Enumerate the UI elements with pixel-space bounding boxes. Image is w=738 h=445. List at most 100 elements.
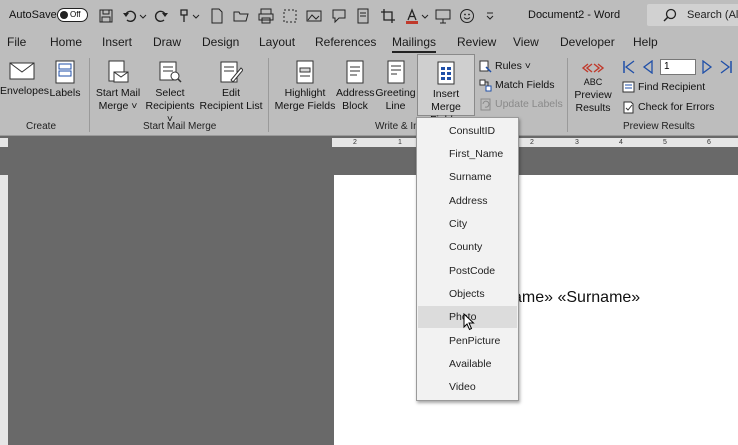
edit-recipient-list-button[interactable]: Edit Recipient List	[199, 54, 263, 116]
tab-file[interactable]: File	[7, 31, 26, 54]
envelopes-button[interactable]: Envelopes	[0, 54, 49, 116]
tab-draw[interactable]: Draw	[153, 31, 181, 54]
find-recipient-label: Find Recipient	[638, 81, 706, 93]
print-icon[interactable]	[258, 8, 274, 24]
dropdown-item-video[interactable]: Video	[418, 376, 517, 398]
start-mail-merge-line1: Start Mail	[95, 87, 141, 99]
emoji-icon[interactable]	[459, 8, 475, 24]
update-labels-label: Update Labels	[495, 98, 563, 110]
start-mail-merge-button[interactable]: Start Mail Merge ˅	[94, 54, 142, 116]
address-block-button[interactable]: Address Block	[336, 54, 375, 116]
insert-merge-field-icon	[437, 61, 455, 85]
format-painter-icon[interactable]	[176, 8, 192, 24]
labels-button[interactable]: Labels	[47, 54, 83, 116]
tab-review[interactable]: Review	[457, 31, 496, 54]
rules-button[interactable]: Rules ˅	[479, 57, 531, 75]
search-placeholder: Search (Alt+	[687, 9, 738, 21]
record-number-input[interactable]: 1	[660, 59, 696, 75]
comment-icon[interactable]	[435, 8, 451, 24]
group-label-preview-results: Preview Results	[623, 121, 695, 132]
toggle-knob	[60, 11, 68, 19]
document-merge-text[interactable]: ame» «Surname»	[513, 289, 640, 307]
tab-view[interactable]: View	[513, 31, 539, 54]
address-block-icon	[346, 60, 364, 84]
crop-icon[interactable]	[380, 8, 396, 24]
match-fields-button[interactable]: Match Fields	[479, 76, 555, 94]
address-block-line1: Address	[336, 87, 375, 99]
title-bar: AutoSave Off Document2 - Word Search (Al…	[0, 0, 738, 31]
find-recipient-icon	[622, 81, 635, 93]
dropdown-item-postcode[interactable]: PostCode	[418, 260, 517, 282]
labels-icon	[55, 60, 75, 84]
dropdown-item-first-name[interactable]: First_Name	[418, 143, 517, 165]
mouse-pointer-icon	[463, 313, 475, 331]
ruler-mark: 6	[707, 139, 711, 146]
highlight-merge-fields-button[interactable]: Highlight Merge Fields	[274, 54, 336, 116]
tab-insert[interactable]: Insert	[102, 31, 132, 54]
next-record-icon[interactable]	[700, 60, 714, 74]
tab-design[interactable]: Design	[202, 31, 239, 54]
dropdown-item-objects[interactable]: Objects	[418, 283, 517, 305]
select-icon[interactable]	[282, 8, 298, 24]
open-folder-icon[interactable]	[233, 8, 249, 24]
font-color-icon[interactable]	[404, 8, 420, 24]
ruler-mark: 2	[353, 139, 357, 146]
new-document-icon[interactable]	[209, 8, 225, 24]
previous-record-icon[interactable]	[641, 60, 655, 74]
greeting-line-line2: Line	[385, 100, 406, 112]
greeting-line-button[interactable]: Greeting Line	[375, 54, 416, 116]
dropdown-item-surname[interactable]: Surname	[418, 166, 517, 188]
group-label-start-mail-merge: Start Mail Merge	[143, 121, 217, 132]
chevron-down-icon[interactable]	[139, 8, 147, 24]
select-recipients-button[interactable]: Select Recipients ˅	[142, 54, 198, 125]
group-separator	[567, 58, 568, 132]
search-box[interactable]: Search (Alt+	[647, 4, 738, 26]
check-for-errors-label: Check for Errors	[638, 101, 715, 113]
match-fields-icon	[479, 79, 492, 92]
first-record-icon[interactable]	[622, 60, 636, 74]
dropdown-item-available[interactable]: Available	[418, 353, 517, 375]
start-mail-merge-line2: Merge ˅	[98, 100, 138, 112]
preview-results-button[interactable]: ABC Preview Results	[572, 54, 614, 116]
shape-icon[interactable]	[331, 8, 347, 24]
dropdown-item-penpicture[interactable]: PenPicture	[418, 330, 517, 352]
last-record-icon[interactable]	[719, 60, 733, 74]
dropdown-item-address[interactable]: Address	[418, 190, 517, 212]
dropdown-item-county[interactable]: County	[418, 236, 517, 258]
tab-layout[interactable]: Layout	[259, 31, 295, 54]
check-errors-icon	[623, 101, 634, 114]
update-labels-button[interactable]: Update Labels	[479, 95, 563, 113]
dropdown-item-city[interactable]: City	[418, 213, 517, 235]
highlight-line2: Merge Fields	[274, 100, 336, 112]
merge-chevrons-icon	[581, 63, 605, 73]
check-for-errors-button[interactable]: Check for Errors	[622, 98, 714, 116]
insert-merge-field-button[interactable]: Insert Merge Field ˅	[417, 54, 475, 126]
preview-results-line1: Preview	[574, 89, 612, 101]
chevron-down-icon[interactable]	[421, 8, 429, 24]
picture-icon[interactable]	[306, 8, 322, 24]
save-icon[interactable]	[98, 8, 114, 24]
autosave-toggle[interactable]: Off	[57, 8, 88, 22]
find-recipient-button[interactable]: Find Recipient	[622, 78, 705, 96]
tab-home[interactable]: Home	[50, 31, 82, 54]
group-separator	[268, 58, 269, 132]
tab-references[interactable]: References	[315, 31, 376, 54]
customize-qat-icon[interactable]	[485, 8, 495, 24]
tab-help[interactable]: Help	[633, 31, 658, 54]
document-icon[interactable]	[355, 8, 371, 24]
undo-icon[interactable]	[122, 8, 138, 24]
tab-mailings[interactable]: Mailings	[392, 31, 437, 54]
edit-recipient-list-line1: Edit	[221, 87, 241, 99]
preview-abc: ABC	[583, 77, 603, 87]
redo-icon[interactable]	[153, 8, 169, 24]
envelopes-label: Envelopes	[0, 85, 50, 97]
chevron-down-icon[interactable]	[192, 8, 200, 24]
dropdown-item-consultid[interactable]: ConsultID	[418, 120, 517, 142]
horizontal-ruler[interactable]: 2 1 2 3 4 5 6	[332, 138, 738, 147]
tab-developer[interactable]: Developer	[560, 31, 615, 54]
autosave-label: AutoSave	[9, 9, 57, 21]
address-block-line2: Block	[342, 100, 368, 112]
document-page[interactable]	[334, 175, 738, 445]
vertical-ruler[interactable]	[0, 175, 8, 445]
highlight-fields-icon	[296, 60, 314, 84]
